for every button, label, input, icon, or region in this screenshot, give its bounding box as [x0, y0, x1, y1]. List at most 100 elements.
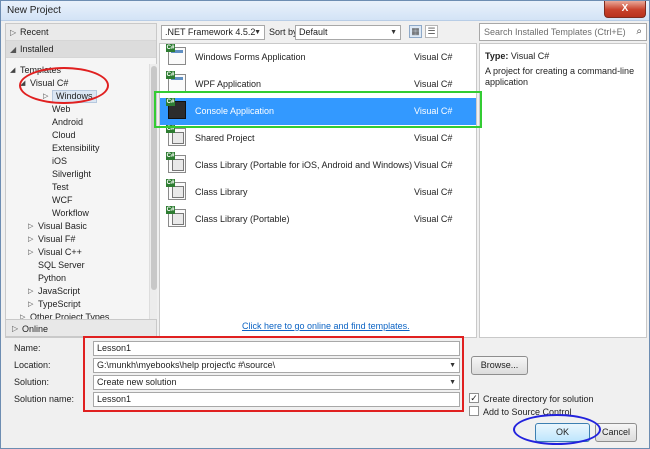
template-item-selected[interactable]: C# Console Application Visual C# — [160, 98, 476, 125]
close-button[interactable]: X — [604, 1, 646, 18]
template-item[interactable]: C# Class Library Visual C# — [160, 179, 476, 206]
sort-value: Default — [299, 27, 328, 37]
type-label: Type: — [485, 51, 509, 61]
search-input[interactable]: Search Installed Templates (Ctrl+E) ⌕ — [479, 23, 647, 41]
template-language: Visual C# — [414, 160, 453, 170]
name-value: Lesson1 — [97, 343, 132, 353]
online-label: Online — [22, 324, 49, 334]
tree-item-extensibility[interactable]: Extensibility — [52, 142, 100, 155]
template-item[interactable]: C# Shared Project Visual C# — [160, 125, 476, 152]
sort-dropdown[interactable]: Default ▼ — [295, 25, 401, 40]
cancel-button[interactable]: Cancel — [595, 423, 637, 442]
search-icon[interactable]: ⌕ — [636, 24, 642, 40]
tree-item-visual-csharp[interactable]: ◢ Visual C# — [20, 77, 69, 90]
collapse-arrow-icon: ◢ — [10, 45, 17, 54]
portable-library-icon: C# — [166, 152, 186, 173]
template-language: Visual C# — [414, 52, 453, 62]
location-label: Location: — [14, 360, 51, 370]
tree-item-label: Visual F# — [38, 234, 76, 244]
shared-project-icon: C# — [166, 125, 186, 146]
medium-icons-view-button[interactable]: ▦ — [409, 25, 422, 38]
tree-item-workflow[interactable]: Workflow — [52, 207, 89, 220]
name-field[interactable]: Lesson1 — [93, 341, 460, 356]
tree-item-visual-fsharp[interactable]: ▷ Visual F# — [28, 233, 76, 246]
tree-item-web[interactable]: Web — [52, 103, 70, 116]
recent-label: Recent — [20, 27, 49, 37]
search-placeholder: Search Installed Templates (Ctrl+E) — [484, 27, 626, 37]
template-name: Windows Forms Application — [195, 52, 306, 62]
tree-item-label: Visual C++ — [38, 247, 82, 257]
expand-arrow-icon: ▷ — [28, 249, 34, 256]
tree-item-silverlight[interactable]: Silverlight — [52, 168, 91, 181]
expand-arrow-icon: ▷ — [28, 236, 34, 243]
tree-item-test[interactable]: Test — [52, 181, 69, 194]
location-field[interactable]: G:\munkh\myebooks\help project\c #\sourc… — [93, 358, 460, 373]
new-project-dialog: New Project X ▷ Recent ◢ Installed ◢ Tem… — [0, 0, 650, 449]
portable-library-icon: C# — [166, 206, 186, 227]
tree-item-label: Templates — [20, 65, 62, 75]
scrollbar-thumb[interactable] — [151, 66, 157, 290]
expand-arrow-icon: ▷ — [10, 28, 17, 37]
chevron-down-icon: ▼ — [449, 379, 456, 386]
name-label: Name: — [14, 343, 41, 353]
template-name: Class Library (Portable for iOS, Android… — [195, 160, 413, 170]
tree-item-typescript[interactable]: ▷ TypeScript — [28, 298, 81, 311]
tree-item-javascript[interactable]: ▷ JavaScript — [28, 285, 81, 298]
tree-item-cloud[interactable]: Cloud — [52, 129, 76, 142]
find-templates-online-link[interactable]: Click here to go online and find templat… — [242, 321, 410, 331]
template-list: C# Windows Forms Application Visual C# C… — [159, 43, 477, 338]
tree-item-ios[interactable]: iOS — [52, 155, 67, 168]
ok-button[interactable]: OK — [535, 423, 590, 442]
online-section[interactable]: ▷ Online — [5, 319, 157, 337]
tree-item-label: Windows — [56, 91, 93, 101]
create-directory-label: Create directory for solution — [483, 394, 594, 404]
small-icons-view-button[interactable]: ☰ — [425, 25, 438, 38]
tree-item-sql-server[interactable]: SQL Server — [38, 259, 85, 272]
create-directory-checkbox[interactable]: ✓ — [469, 393, 479, 403]
browse-button[interactable]: Browse... — [471, 356, 528, 375]
expand-arrow-icon: ▷ — [28, 223, 34, 230]
template-item[interactable]: C# Windows Forms Application Visual C# — [160, 44, 476, 71]
add-to-source-control-checkbox[interactable] — [469, 406, 479, 416]
template-item[interactable]: C# Class Library (Portable for iOS, Andr… — [160, 152, 476, 179]
template-item[interactable]: C# Class Library (Portable) Visual C# — [160, 206, 476, 233]
collapse-arrow-icon: ◢ — [20, 80, 26, 87]
chevron-down-icon[interactable]: ▼ — [449, 359, 456, 372]
template-name: Shared Project — [195, 133, 255, 143]
collapse-arrow-icon: ◢ — [10, 67, 16, 74]
tree-item-wcf[interactable]: WCF — [52, 194, 73, 207]
tree-item-templates[interactable]: ◢ Templates — [10, 64, 62, 77]
template-name: Console Application — [195, 106, 275, 116]
tree-item-visual-basic[interactable]: ▷ Visual Basic — [28, 220, 87, 233]
tree-item-windows[interactable]: ▷ Windows — [43, 90, 97, 103]
installed-label: Installed — [20, 44, 54, 54]
template-language: Visual C# — [414, 214, 453, 224]
solution-value: Create new solution — [97, 377, 177, 387]
solution-name-value: Lesson1 — [97, 394, 132, 404]
tree-item-visual-cpp[interactable]: ▷ Visual C++ — [28, 246, 82, 259]
tree-scrollbar[interactable] — [149, 64, 157, 338]
chevron-down-icon: ▼ — [254, 29, 261, 36]
tree-item-python[interactable]: Python — [38, 272, 66, 285]
recent-section[interactable]: ▷ Recent — [6, 24, 156, 41]
framework-dropdown[interactable]: .NET Framework 4.5.2 ▼ — [161, 25, 265, 40]
tree-item-label: JavaScript — [38, 286, 81, 296]
expand-arrow-icon: ▷ — [28, 301, 34, 308]
type-value: Visual C# — [510, 51, 550, 61]
template-name: Class Library — [195, 187, 248, 197]
template-toolbar: .NET Framework 4.5.2 ▼ Sort by: Default … — [159, 23, 477, 41]
winforms-app-icon: C# — [166, 44, 186, 65]
solution-name-field[interactable]: Lesson1 — [93, 392, 460, 407]
template-info-pane: Type: Visual C# A project for creating a… — [479, 43, 647, 338]
solution-dropdown[interactable]: Create new solution ▼ — [93, 375, 460, 390]
template-name: Class Library (Portable) — [195, 214, 290, 224]
add-to-source-control-label: Add to Source Control — [483, 407, 572, 417]
expand-arrow-icon: ▷ — [12, 324, 19, 333]
solution-label: Solution: — [14, 377, 50, 387]
tree-item-label: Visual C# — [30, 78, 69, 88]
tree-item-android[interactable]: Android — [52, 116, 83, 129]
installed-section[interactable]: ◢ Installed — [6, 41, 156, 58]
expand-arrow-icon: ▷ — [43, 93, 49, 100]
template-item[interactable]: C# WPF Application Visual C# — [160, 71, 476, 98]
class-library-icon: C# — [166, 179, 186, 200]
